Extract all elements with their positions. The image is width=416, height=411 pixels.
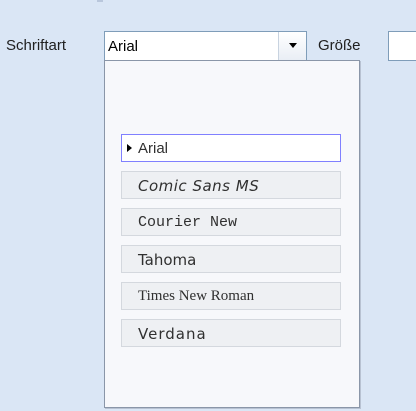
chevron-down-icon [289, 43, 297, 48]
font-combobox-value: Arial [108, 38, 139, 55]
size-input[interactable] [388, 31, 416, 61]
font-option-arial[interactable]: Arial [121, 134, 341, 162]
font-option-label: Verdana [138, 325, 207, 343]
triangle-right-icon [127, 144, 132, 152]
font-option-times-new-roman[interactable]: Times New Roman [121, 282, 341, 310]
font-toolbar-screen: Schriftart Arial Größe Arial Comic Sans … [0, 0, 416, 411]
font-option-verdana[interactable]: Verdana [121, 319, 341, 347]
font-option-comic-sans-ms[interactable]: Comic Sans MS [121, 171, 341, 199]
font-dropdown-button[interactable] [278, 32, 306, 60]
font-label: Schriftart [6, 37, 67, 54]
font-option-label: Tahoma [138, 251, 197, 269]
font-combobox[interactable]: Arial [104, 31, 307, 61]
font-option-label: Courier New [138, 214, 238, 231]
font-option-tahoma[interactable]: Tahoma [121, 245, 341, 273]
font-option-label: Arial [138, 140, 169, 157]
toolbar-grip[interactable] [97, 0, 103, 2]
font-option-label: Times New Roman [138, 288, 255, 304]
font-dropdown-list: Arial Comic Sans MS Courier New Tahoma T… [104, 60, 360, 408]
font-option-label: Comic Sans MS [138, 177, 260, 195]
size-label: Größe [318, 37, 361, 54]
font-option-courier-new[interactable]: Courier New [121, 208, 341, 236]
